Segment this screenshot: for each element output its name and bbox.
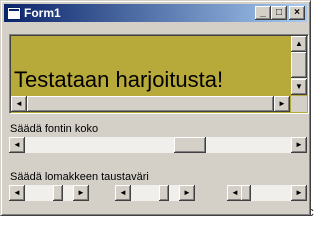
green-right-arrow-icon[interactable]: ► [179,185,195,201]
red-thumb[interactable] [53,185,63,201]
form1-window: Form1 _ □ × Testataan harjoitusta! ▲ ▼ ◄… [0,0,311,216]
text-box[interactable]: Testataan harjoitusta! ▲ ▼ ◄ ► [9,34,309,114]
form-icon [7,7,21,20]
font-size-thumb[interactable] [174,137,206,153]
font-size-left-arrow-icon[interactable]: ◄ [9,137,25,153]
window-title: Form1 [24,6,61,20]
font-size-scrollbar[interactable]: ◄ ► [9,137,307,153]
maximize-button[interactable]: □ [271,6,287,20]
horizontal-scroll-thumb[interactable] [27,96,274,112]
font-size-right-arrow-icon[interactable]: ► [291,137,307,153]
blue-thumb[interactable] [241,185,251,201]
vertical-scroll-thumb[interactable] [291,52,307,78]
green-color-scrollbar[interactable]: ◄ ► [115,185,195,201]
minimize-button[interactable]: _ [255,6,271,20]
red-color-scrollbar[interactable]: ◄ ► [9,185,89,201]
title-bar[interactable]: Form1 _ □ × [4,4,307,22]
blue-right-arrow-icon[interactable]: ► [291,185,307,201]
text-box-content: Testataan harjoitusta! [14,67,224,92]
scroll-left-arrow-icon[interactable]: ◄ [11,96,27,112]
red-right-arrow-icon[interactable]: ► [73,185,89,201]
scroll-up-arrow-icon[interactable]: ▲ [291,36,307,52]
text-horizontal-scrollbar[interactable]: ◄ ► [11,96,290,112]
close-button[interactable]: × [289,6,305,20]
green-thumb[interactable] [159,185,169,201]
blue-color-scrollbar[interactable]: ◄ ► [227,185,307,201]
bg-color-label: Säädä lomakkeen taustaväri [10,171,149,183]
green-left-arrow-icon[interactable]: ◄ [115,185,131,201]
scroll-corner [291,96,307,112]
scroll-down-arrow-icon[interactable]: ▼ [291,79,307,95]
font-size-label: Säädä fontin koko [10,123,99,135]
text-vertical-scrollbar[interactable]: ▲ ▼ [291,36,307,95]
scroll-right-arrow-icon[interactable]: ► [274,96,290,112]
red-left-arrow-icon[interactable]: ◄ [9,185,25,201]
